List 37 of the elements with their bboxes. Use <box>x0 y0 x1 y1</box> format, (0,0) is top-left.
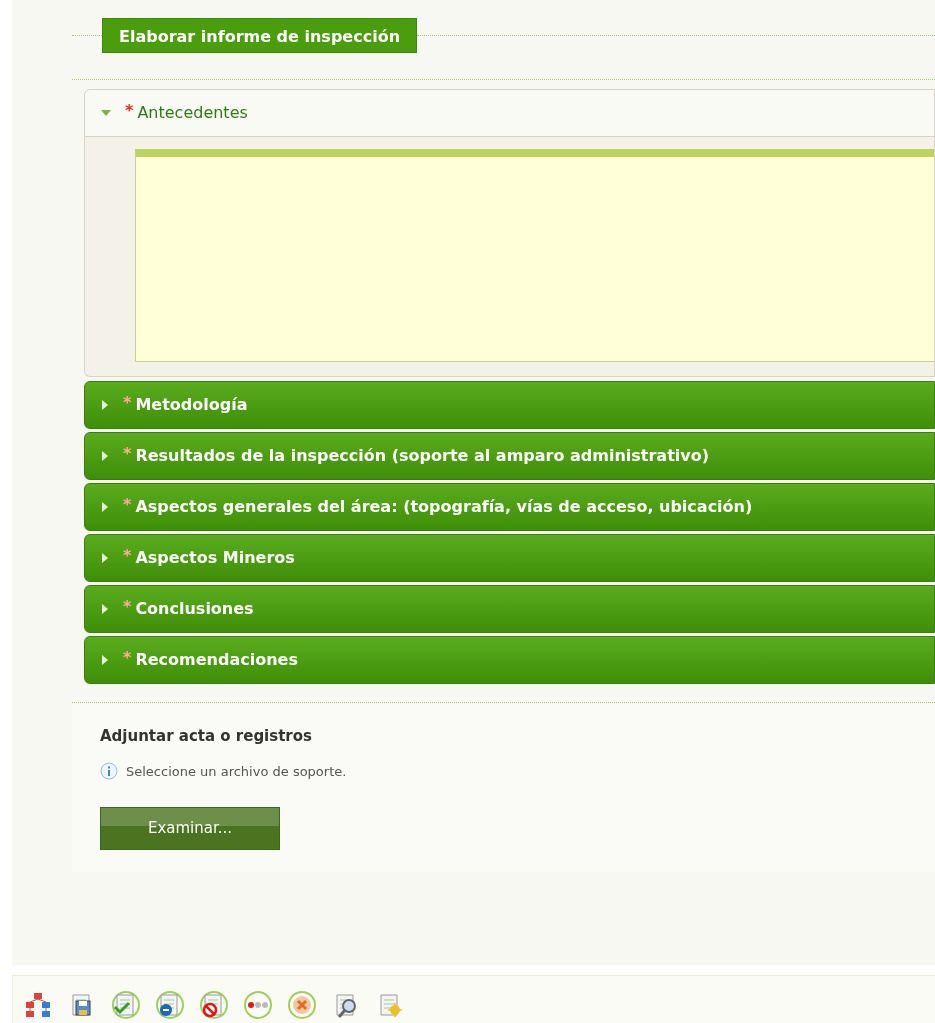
hint-text: Seleccione un archivo de soporte. <box>126 762 347 781</box>
section-label: Aspectos Mineros <box>135 547 295 569</box>
section-header[interactable]: * Conclusiones <box>84 585 935 633</box>
section-header[interactable]: * Aspectos generales del área: (topografía, vías de acceso, ubicación) <box>84 483 935 531</box>
section-header[interactable]: * Metodología <box>84 381 935 429</box>
section-header[interactable]: * Resultados de la inspección (soporte al amparo administrativo) <box>84 432 935 480</box>
section-title: Elaborar informe de inspección <box>102 18 418 53</box>
expand-icon <box>101 604 109 614</box>
expand-icon <box>101 502 109 512</box>
progress-icon[interactable] <box>243 989 273 1020</box>
prohibited-icon[interactable] <box>199 989 229 1020</box>
section-label: Metodología <box>135 394 248 416</box>
section-label: Antecedentes <box>137 102 248 124</box>
expand-icon <box>101 400 109 410</box>
section-label: Conclusiones <box>135 598 254 620</box>
required-mark: * <box>123 494 132 516</box>
browse-button[interactable]: Examinar... <box>100 807 280 850</box>
expand-icon <box>101 655 109 665</box>
expand-icon <box>101 553 109 563</box>
attach-heading: Adjuntar acta o registros <box>100 726 313 747</box>
expand-icon <box>101 451 109 461</box>
collapse-icon <box>101 109 111 117</box>
required-mark: * <box>123 443 132 465</box>
info-icon <box>100 762 118 781</box>
check-icon[interactable] <box>111 989 141 1020</box>
required-mark: * <box>123 545 132 567</box>
delete-icon[interactable] <box>287 989 317 1020</box>
required-mark: * <box>123 596 132 618</box>
section-header[interactable]: * Antecedentes <box>84 89 935 137</box>
section-header[interactable]: * Aspectos Mineros <box>84 534 935 582</box>
required-mark: * <box>125 100 134 122</box>
required-mark: * <box>123 392 132 414</box>
section-label: Resultados de la inspección (soporte al amparo administrativo) <box>135 445 710 467</box>
section-label: Aspectos generales del área: (topografía, vías de acceso, ubicación) <box>135 496 753 518</box>
section-label: Recomendaciones <box>135 649 298 671</box>
required-mark: * <box>123 647 132 669</box>
section-header[interactable]: * Recomendaciones <box>84 636 935 684</box>
